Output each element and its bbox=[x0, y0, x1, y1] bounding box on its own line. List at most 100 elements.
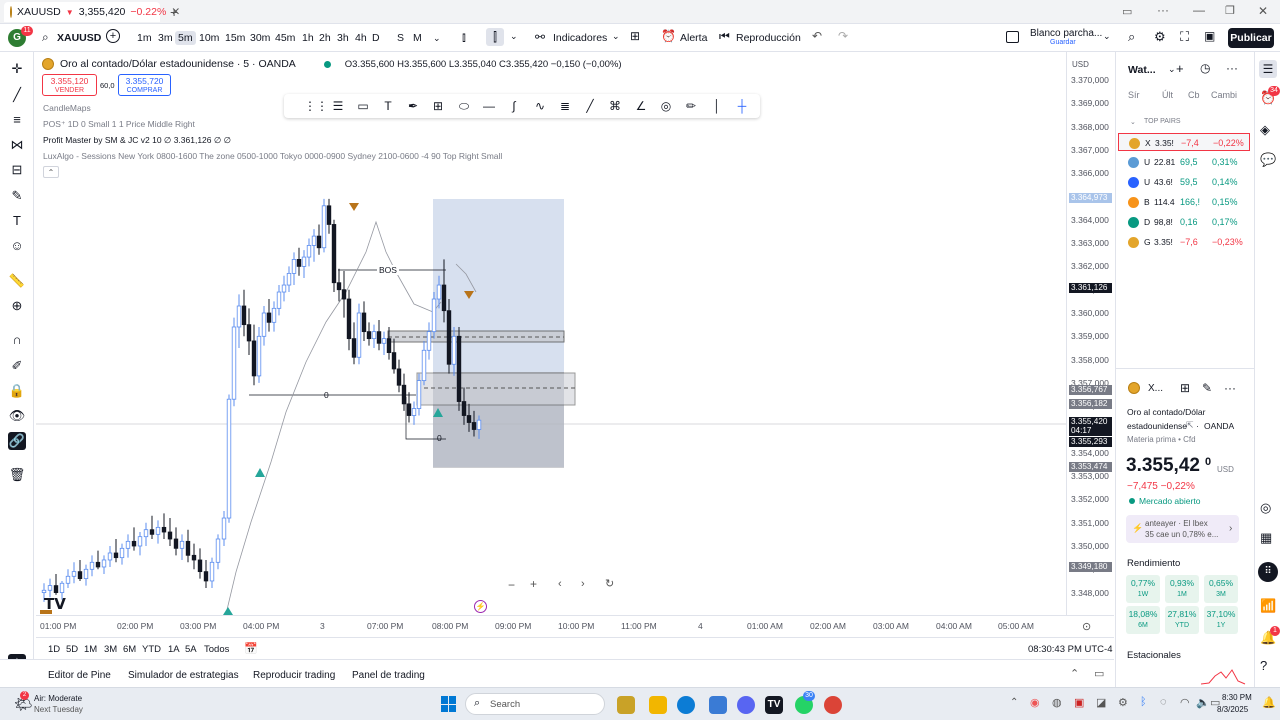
bottom-tab[interactable]: Reproducir trading bbox=[253, 670, 335, 681]
collapse-legend-icon[interactable]: ⌃ bbox=[43, 166, 59, 178]
indicators-icon[interactable]: ⚯ bbox=[535, 30, 545, 44]
layout-name[interactable]: Blanco parcha... bbox=[1030, 28, 1102, 39]
chart-pane[interactable]: Oro al contado/Dólar estadounidense · 5 … bbox=[36, 52, 1066, 615]
interval-1h[interactable]: 1h bbox=[302, 32, 314, 44]
store-icon[interactable] bbox=[709, 696, 727, 714]
watchlist-row[interactable]: G 3.35! −7,6 −0,23% bbox=[1118, 233, 1250, 251]
scroll-left-icon[interactable]: ‹ bbox=[558, 578, 562, 590]
bluetooth-icon[interactable]: ᛒ bbox=[1140, 696, 1147, 708]
new-tab-button[interactable]: + bbox=[170, 4, 178, 20]
interval-2h[interactable]: 2h bbox=[319, 32, 331, 44]
watchlist-row[interactable]: U 43.6! 59,5 0,14% bbox=[1118, 173, 1250, 191]
text-tool-icon[interactable]: T bbox=[380, 98, 396, 114]
watchlist-title[interactable]: Wat... bbox=[1128, 64, 1156, 76]
horizontal-line-icon[interactable]: — bbox=[481, 98, 497, 114]
goto-date-icon[interactable]: ⊙ bbox=[1082, 620, 1091, 633]
tray-app-1-icon[interactable]: ◉ bbox=[1030, 696, 1040, 709]
brush-tool-icon[interactable]: ✒ bbox=[405, 98, 421, 114]
text-icon[interactable]: T bbox=[8, 212, 26, 230]
target-icon[interactable]: ◎ bbox=[1260, 500, 1271, 516]
ellipse-icon[interactable]: ⬭ bbox=[456, 98, 472, 114]
advanced-view-icon[interactable]: ◷ bbox=[1200, 61, 1210, 75]
range-3M[interactable]: 3M bbox=[104, 644, 117, 655]
clock-display[interactable]: 08:30:43 PM UTC-4 bbox=[1028, 644, 1112, 655]
cross-line-icon[interactable]: ┼ bbox=[734, 98, 750, 114]
tray-app-4-icon[interactable]: ◪ bbox=[1096, 696, 1106, 709]
trash-icon[interactable]: 🗑 bbox=[8, 466, 26, 484]
tray-app-2-icon[interactable]: ◍ bbox=[1052, 696, 1062, 709]
bar-type-icon[interactable]: ⫿ bbox=[486, 28, 504, 46]
detail-grid-icon[interactable]: ⊞ bbox=[1180, 381, 1190, 395]
replay-icon[interactable]: ⏮ bbox=[719, 29, 730, 44]
discord-icon[interactable] bbox=[737, 696, 755, 714]
watchlist-more-icon[interactable]: ··· bbox=[1226, 61, 1238, 75]
restore-icon[interactable]: ❐ bbox=[1225, 4, 1235, 17]
buy-button[interactable]: 3.355,720 COMPRAR bbox=[118, 74, 171, 96]
interval-5m[interactable]: 5m bbox=[175, 31, 196, 45]
quick-search-icon[interactable]: ⌕ bbox=[1128, 29, 1135, 45]
detail-more-icon[interactable]: ··· bbox=[1224, 381, 1236, 395]
browser-tab[interactable]: XAUUSD ▼ 3,355,420 −0.22% ✕ bbox=[4, 2, 180, 22]
help-icon[interactable]: ? bbox=[1260, 658, 1267, 673]
indicator-templates-chevron-icon[interactable]: ⌄ bbox=[612, 31, 620, 42]
scroll-right-icon[interactable]: › bbox=[581, 578, 585, 590]
currency-label[interactable]: USD bbox=[1072, 60, 1089, 69]
sell-button[interactable]: 3.355,120 VENDER bbox=[42, 74, 97, 96]
layout-chevron-icon[interactable]: ⌄ bbox=[1103, 31, 1111, 42]
long-position-icon[interactable]: ⊟ bbox=[8, 161, 26, 179]
section-chevron-icon[interactable]: ⌄ bbox=[1130, 118, 1136, 126]
crosshair-icon[interactable]: ✛ bbox=[8, 60, 26, 78]
candle-type-icon[interactable]: ⫾ bbox=[462, 30, 466, 45]
tradingview-app-icon[interactable]: TV bbox=[765, 696, 783, 714]
maximize-panel-icon[interactable]: ▭ bbox=[1094, 667, 1104, 680]
interval-10m[interactable]: 10m bbox=[199, 32, 219, 44]
folder-icon[interactable] bbox=[649, 696, 667, 714]
range-1M[interactable]: 1M bbox=[84, 644, 97, 655]
layout-grid-icon[interactable]: ⊞ bbox=[630, 29, 640, 43]
layout-icon[interactable] bbox=[1006, 31, 1019, 43]
compare-add-icon[interactable]: + bbox=[106, 29, 120, 43]
detail-edit-icon[interactable]: ✎ bbox=[1202, 381, 1212, 395]
interval-chevron-icon[interactable]: ⌄ bbox=[433, 33, 441, 44]
emoji-icon[interactable]: ☺ bbox=[8, 237, 26, 255]
alarm-icon[interactable]: ⏰ bbox=[661, 29, 676, 43]
price-axis[interactable]: USD 3.370,000 3.369,000 3.368,000 3.367,000… bbox=[1066, 52, 1114, 615]
taskbar-time[interactable]: 8:30 PM bbox=[1222, 693, 1252, 702]
bottom-tab[interactable]: Simulador de estrategias bbox=[128, 670, 239, 681]
fullscreen-icon[interactable]: ⛶ bbox=[1180, 29, 1189, 45]
time-axis[interactable]: 01:00 PM 02:00 PM 03:00 PM 04:00 PM 3 07:00 P… bbox=[36, 615, 1114, 637]
calendar-strip-icon[interactable]: ▦ bbox=[1260, 530, 1272, 546]
reset-chart-icon[interactable]: ↻ bbox=[605, 577, 614, 590]
pencil-tool-icon[interactable]: ✏ bbox=[683, 98, 699, 114]
range-1A[interactable]: 1A bbox=[168, 644, 180, 655]
ray-icon[interactable]: ╱ bbox=[582, 98, 598, 114]
settings-gear-icon[interactable]: ⚙ bbox=[1154, 29, 1166, 45]
event-flash-icon[interactable]: ⚡ bbox=[474, 600, 487, 613]
indicator-candlemaps[interactable]: CandleMaps bbox=[43, 103, 91, 113]
lock-icon[interactable]: 🔒 bbox=[8, 382, 26, 400]
watchlist-col-header[interactable]: Sír bbox=[1128, 90, 1140, 100]
taskbar-search[interactable]: ⌕ Search bbox=[465, 693, 605, 715]
external-link-icon[interactable]: ⇱ bbox=[1186, 420, 1194, 431]
grid-tool-icon[interactable]: ⊞ bbox=[430, 98, 446, 114]
symbol-search[interactable]: XAUUSD bbox=[57, 32, 101, 44]
tray-app-6-icon[interactable]: ◌ bbox=[1160, 696, 1167, 708]
save-label[interactable]: Guardar bbox=[1050, 39, 1076, 46]
notification-bell-icon[interactable]: 🔔 bbox=[1262, 696, 1276, 709]
file-explorer-icon[interactable] bbox=[617, 696, 635, 714]
tray-chevron-icon[interactable]: ⌃ bbox=[1010, 697, 1018, 708]
indicator-pos[interactable]: POS⁺ 1D 0 Small 1 1 Price Middle Right bbox=[43, 119, 195, 130]
camera-icon[interactable]: ▣ bbox=[1204, 29, 1215, 43]
rectangle-icon[interactable]: ▭ bbox=[355, 98, 371, 114]
magnet-icon[interactable]: ∩ bbox=[8, 331, 26, 349]
windows-start-icon[interactable] bbox=[441, 696, 457, 712]
watchlist-col-header[interactable]: Últ bbox=[1162, 90, 1173, 100]
tray-app-5-icon[interactable]: ⚙ bbox=[1118, 696, 1128, 709]
fib-icon[interactable]: ≡ bbox=[8, 111, 26, 129]
pencil-lock-icon[interactable]: ✐ bbox=[8, 357, 26, 375]
watchlist-icon[interactable]: ☰ bbox=[1259, 60, 1277, 78]
chevron-down-icon[interactable]: ⌄ bbox=[510, 31, 518, 42]
watchlist-chevron-icon[interactable]: ⌄ bbox=[1168, 64, 1176, 75]
link-icon[interactable]: 🔗 bbox=[8, 432, 26, 450]
indicator-profit-master[interactable]: Profit Master by SM & JC v2 10 ∅ 3.361,1… bbox=[43, 135, 231, 146]
